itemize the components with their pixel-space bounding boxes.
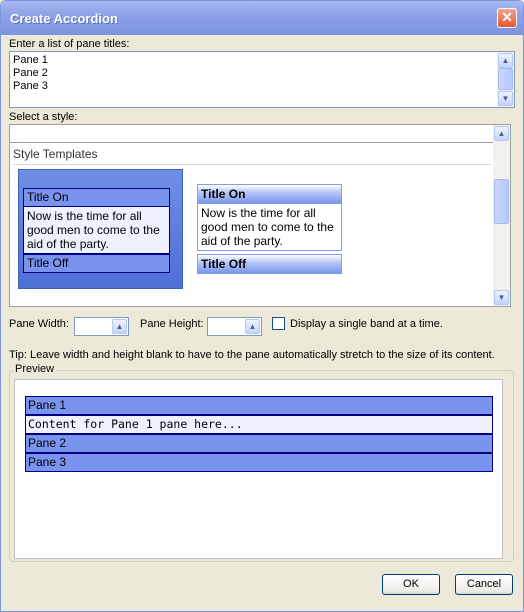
pane-width-input[interactable]: ▲	[74, 317, 129, 336]
style-list[interactable]: Style Templates Title On Now is the time…	[9, 124, 511, 307]
dialog-title: Create Accordion	[10, 11, 118, 26]
template-1-title-off: Title Off	[23, 254, 170, 273]
dialog-window: Create Accordion ✕ Enter a list of pane …	[0, 0, 524, 612]
template-2-title-on: Title On	[197, 184, 342, 204]
preview-pane-header[interactable]: Pane 1	[25, 396, 493, 415]
template-1-title-on: Title On	[23, 188, 170, 207]
cancel-button[interactable]: Cancel	[455, 574, 513, 595]
pane-titles-textarea[interactable]: Pane 1 Pane 2 Pane 3 ▲ ▼	[9, 51, 515, 108]
pane-titles-scrollbar[interactable]: ▲ ▼	[497, 52, 514, 107]
preview-pane-content: Content for Pane 1 pane here...	[25, 415, 493, 434]
template-2-title-off: Title Off	[197, 254, 342, 274]
template-2-body: Now is the time for all good men to come…	[197, 203, 342, 251]
style-template-2[interactable]: Title On Now is the time for all good me…	[197, 184, 342, 277]
preview-area: Pane 1 Content for Pane 1 pane here... P…	[14, 379, 503, 559]
tip-text: Tip: Leave width and height blank to hav…	[9, 349, 495, 361]
pane-width-label: Pane Width:	[9, 318, 69, 330]
single-band-label: Display a single band at a time.	[290, 318, 443, 330]
select-style-label: Select a style:	[9, 111, 78, 123]
template-1-body: Now is the time for all good men to come…	[23, 206, 170, 254]
preview-pane-header[interactable]: Pane 2	[25, 434, 493, 453]
spin-up-icon[interactable]: ▲	[245, 319, 260, 334]
scroll-down-icon[interactable]: ▼	[498, 91, 513, 106]
scroll-thumb[interactable]	[498, 68, 513, 90]
scroll-up-icon[interactable]: ▲	[494, 126, 509, 141]
close-button[interactable]: ✕	[497, 8, 517, 28]
close-icon: ✕	[501, 9, 513, 25]
scroll-down-icon[interactable]: ▼	[494, 290, 509, 305]
pane-titles-label: Enter a list of pane titles:	[9, 38, 130, 50]
preview-pane-header[interactable]: Pane 3	[25, 453, 493, 472]
style-template-1[interactable]: Title On Now is the time for all good me…	[18, 169, 183, 289]
style-templates-header: Style Templates	[13, 147, 98, 161]
ok-button[interactable]: OK	[382, 574, 440, 595]
pane-title-line: Pane 3	[13, 80, 48, 92]
divider	[13, 164, 491, 165]
style-list-scrollbar[interactable]: ▲ ▼	[493, 125, 510, 306]
style-list-top-row	[10, 125, 494, 143]
preview-legend: Preview	[13, 363, 57, 375]
scroll-up-icon[interactable]: ▲	[498, 53, 513, 68]
title-bar[interactable]: Create Accordion ✕	[1, 1, 523, 35]
single-band-checkbox[interactable]	[272, 317, 285, 330]
pane-title-line: Pane 2	[13, 67, 48, 79]
pane-height-label: Pane Height:	[140, 318, 204, 330]
scroll-thumb[interactable]	[494, 179, 509, 224]
pane-height-input[interactable]: ▲	[207, 317, 262, 336]
pane-title-line: Pane 1	[13, 54, 48, 66]
spin-up-icon[interactable]: ▲	[112, 319, 127, 334]
